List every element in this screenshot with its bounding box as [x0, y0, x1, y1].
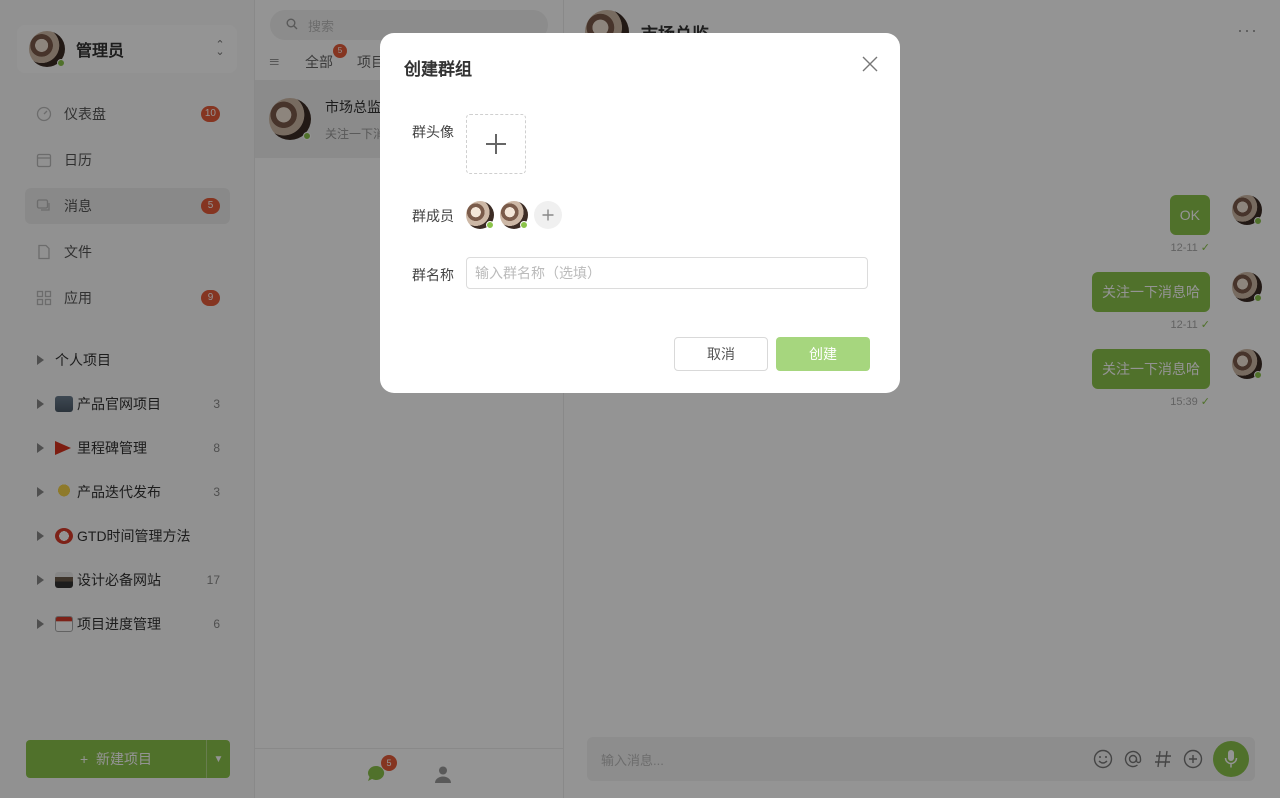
member-avatar[interactable]: [500, 201, 528, 229]
cancel-button[interactable]: 取消: [674, 337, 768, 371]
close-icon[interactable]: [860, 54, 880, 74]
group-avatar-label: 群头像: [412, 124, 454, 140]
dialog-title: 创建群组: [404, 60, 472, 79]
group-members: [466, 201, 562, 229]
plus-icon: [486, 134, 506, 154]
create-group-dialog: 创建群组 群头像 群成员 群名称 取消 创建: [380, 33, 900, 393]
add-member-button[interactable]: [534, 201, 562, 229]
group-name-label: 群名称: [412, 267, 454, 283]
online-status-dot: [520, 221, 528, 229]
plus-icon: [542, 209, 554, 221]
online-status-dot: [486, 221, 494, 229]
group-members-label: 群成员: [412, 208, 454, 224]
group-avatar-upload[interactable]: [466, 114, 526, 174]
member-avatar[interactable]: [466, 201, 494, 229]
group-name-input[interactable]: [466, 257, 868, 289]
create-button[interactable]: 创建: [776, 337, 870, 371]
